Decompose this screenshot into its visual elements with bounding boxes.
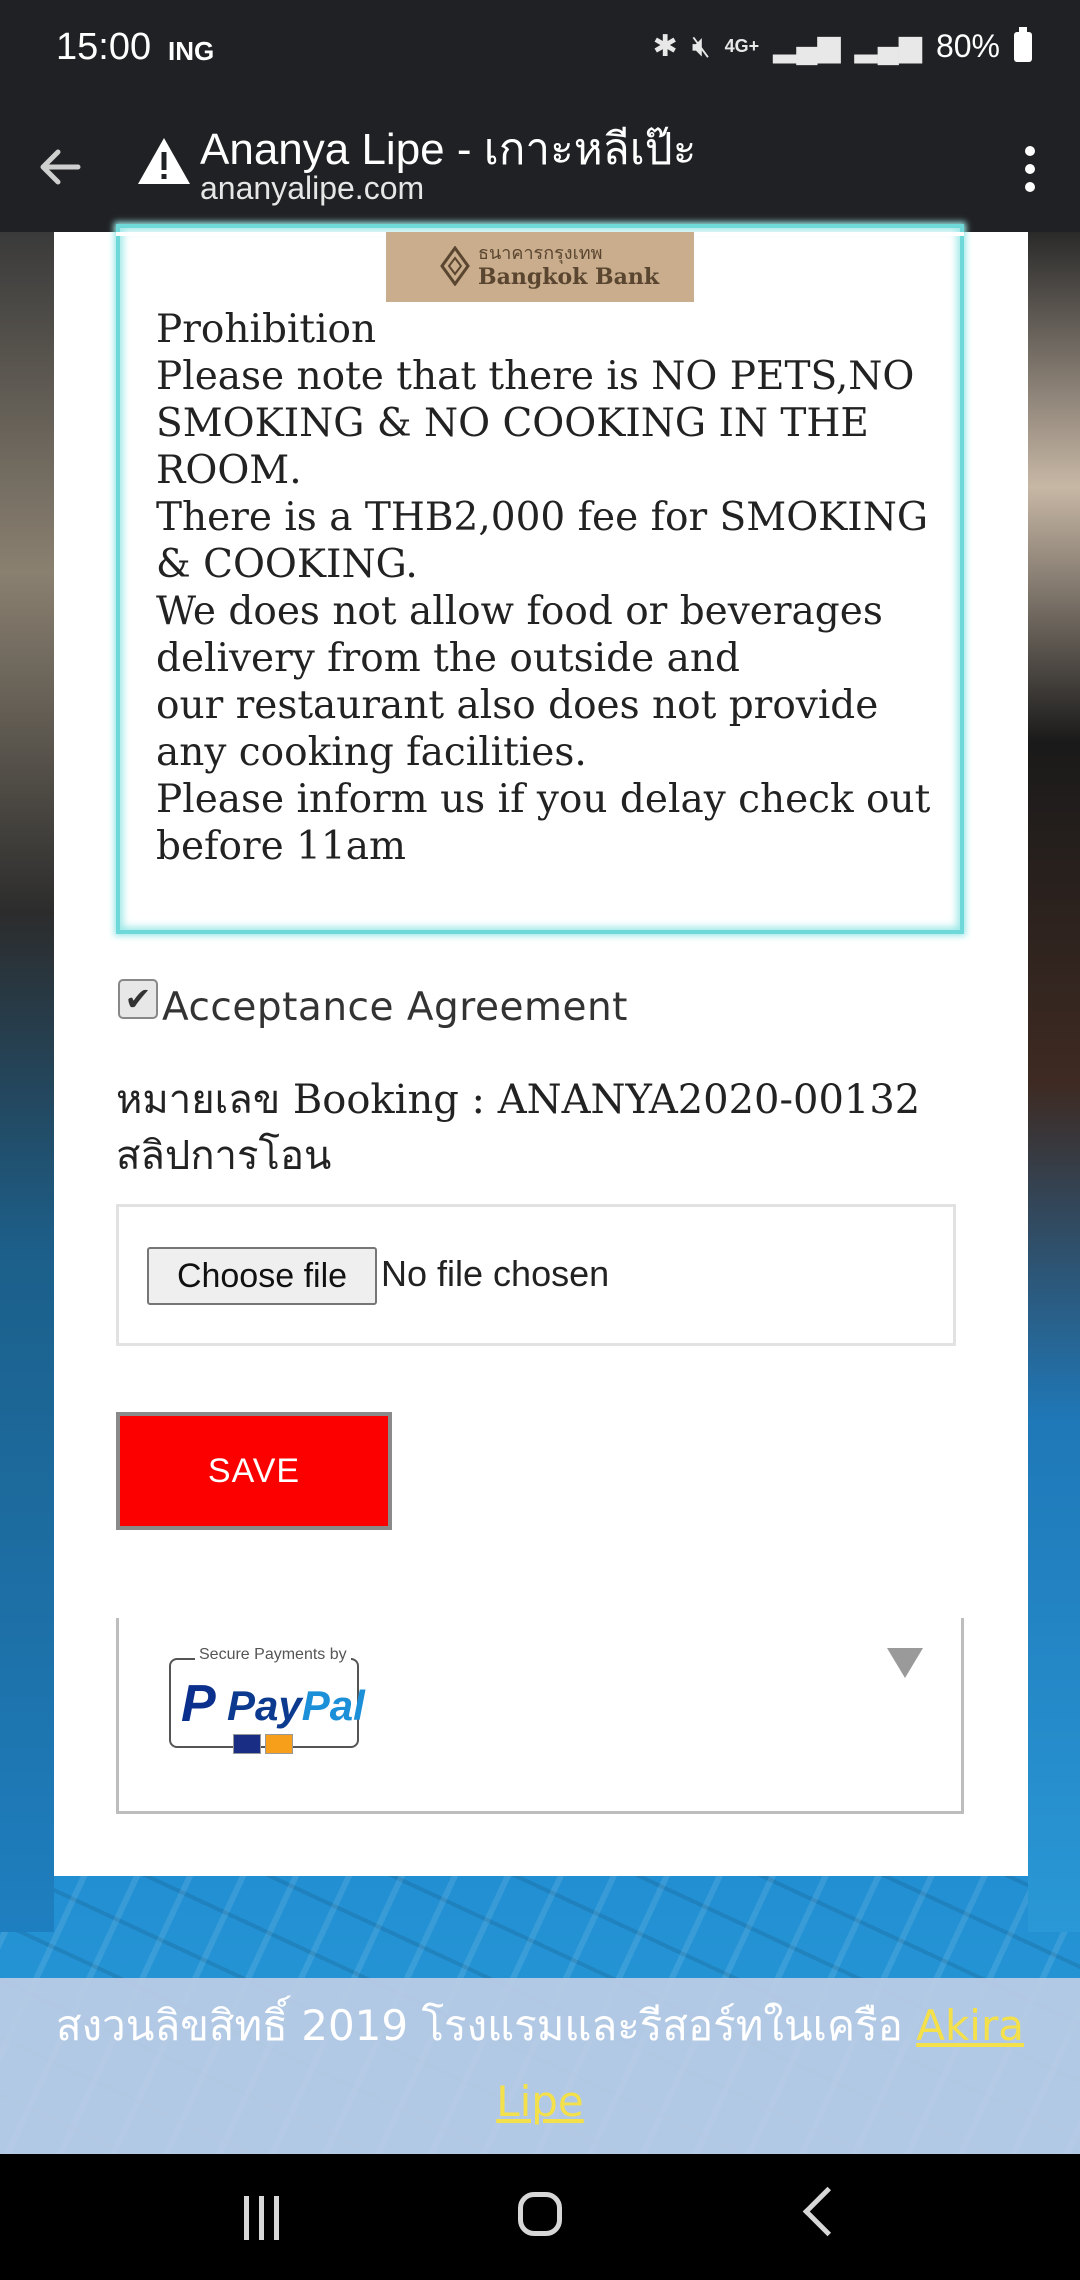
mute-icon: 🔇︎	[691, 29, 711, 63]
file-upload-box: Choose file No file chosen	[116, 1204, 956, 1346]
signal-icon: ▂▄▆	[773, 30, 841, 63]
browser-toolbar: Ananya Lipe - เกาะหลีเป๊ะ ananyalipe.com	[0, 104, 1080, 232]
card-logos	[233, 1734, 293, 1754]
paypal-pal: Pal	[301, 1682, 365, 1729]
battery-icon	[1014, 26, 1032, 62]
acceptance-label[interactable]: Acceptance Agreement	[162, 985, 628, 1030]
home-icon[interactable]	[518, 2192, 562, 2236]
page-url[interactable]: ananyalipe.com	[200, 170, 424, 207]
footer-copyright: สงวนลิขสิทธิ์ 2019 โรงแรมและรีสอร์ทในเคร…	[40, 1988, 1040, 2140]
file-status-text: No file chosen	[381, 1253, 610, 1294]
save-button[interactable]: SAVE	[116, 1412, 392, 1530]
status-bar: 15:00 ING ✱ 🔇︎ 4G+ ▂▄▆ ▂▄▆ 80%	[0, 0, 1080, 104]
battery-percent: 80%	[935, 28, 1000, 64]
bank-lotus-icon	[440, 246, 470, 286]
mastercard-icon	[265, 1734, 293, 1754]
warning-icon[interactable]	[136, 134, 192, 190]
status-carrier: ING	[168, 36, 215, 66]
payment-method-box[interactable]: Secure Payments by P PayPal	[116, 1618, 964, 1814]
prohibition-line: Please inform us if you delay check out …	[156, 777, 931, 869]
footer: สงวนลิขสิทธิ์ 2019 โรงแรมและรีสอร์ทในเคร…	[0, 1978, 1080, 2154]
bangkok-bank-logo: ธนาคารกรุงเทพ Bangkok Bank	[386, 232, 694, 302]
dropdown-arrow-icon[interactable]	[887, 1648, 923, 1678]
background-right-edge	[1028, 232, 1080, 1932]
prohibition-line: our restaurant also does not provide any…	[156, 683, 879, 775]
paypal-wordmark: PayPal	[227, 1682, 365, 1730]
prohibition-line: There is a THB2,000 fee for SMOKING & CO…	[156, 495, 928, 587]
back-arrow-icon[interactable]	[30, 132, 100, 202]
network-type-label: 4G+	[724, 36, 760, 56]
bluetooth-icon: ✱	[652, 30, 678, 63]
prohibition-line: We does not allow food or beverages deli…	[156, 589, 883, 681]
navigation-bar	[0, 2154, 1080, 2280]
status-icons: ✱ 🔇︎ 4G+ ▂▄▆ ▂▄▆ 80%	[652, 26, 1032, 65]
paypal-p-mark: P	[181, 1675, 216, 1733]
status-time: 15:00	[56, 26, 152, 68]
choose-file-button[interactable]: Choose file	[147, 1247, 377, 1305]
footer-copyright-text: สงวนลิขสิทธิ์ 2019 โรงแรมและรีสอร์ทในเคร…	[56, 2001, 917, 2050]
prohibition-text: Prohibition Please note that there is NO…	[156, 306, 936, 870]
back-nav-icon[interactable]	[802, 2186, 853, 2237]
recent-apps-icon[interactable]	[236, 2196, 286, 2240]
overflow-menu-icon[interactable]	[1000, 134, 1060, 204]
bank-name-thai: ธนาคารกรุงเทพ	[478, 243, 603, 264]
paypal-secure-label: Secure Payments by	[195, 1646, 351, 1664]
paypal-pay: Pay	[227, 1682, 302, 1729]
prohibition-line: Please note that there is NO PETS,NO SMO…	[156, 354, 915, 493]
acceptance-checkbox[interactable]: ✔	[118, 979, 158, 1019]
prohibition-heading: Prohibition	[156, 307, 377, 352]
visa-icon	[233, 1734, 261, 1754]
signal-roaming-icon: ▂▄▆	[854, 30, 922, 63]
background-left-edge	[0, 232, 54, 1932]
acceptance-row[interactable]: ✔ Acceptance Agreement	[118, 979, 628, 1032]
bank-name-english: Bangkok Bank	[478, 264, 660, 290]
paypal-badge: Secure Payments by P PayPal	[169, 1646, 365, 1754]
booking-slip-label: หมายเลข Booking : ANANYA2020-00132 สลิปก…	[116, 1077, 921, 1179]
